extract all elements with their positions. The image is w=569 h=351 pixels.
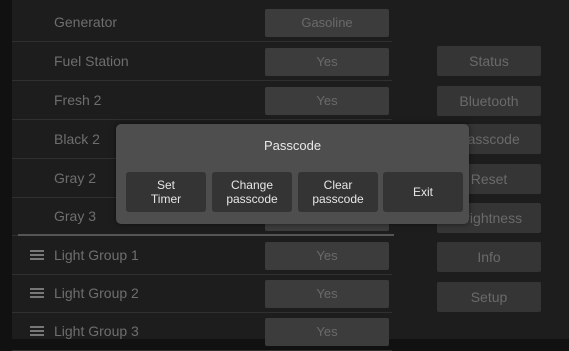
- clear-passcode-button[interactable]: Clear passcode: [298, 172, 378, 212]
- row-label: Gray 2: [54, 170, 97, 186]
- menu-lines-icon: [30, 326, 44, 336]
- light-group-3-value-button[interactable]: Yes: [265, 318, 389, 346]
- row-label: Light Group 3: [54, 323, 139, 339]
- row-label: Generator: [54, 14, 118, 30]
- setup-button[interactable]: Setup: [437, 282, 541, 312]
- row-label: Gray 3: [54, 208, 97, 224]
- row-label: Light Group 1: [54, 247, 139, 263]
- row-fresh-2: Fresh 2 Yes: [12, 81, 392, 120]
- row-fuel-station: Fuel Station Yes: [12, 42, 392, 81]
- passcode-dialog: Passcode Set Timer Change passcode Clear…: [116, 124, 469, 224]
- row-label: Fresh 2: [54, 92, 102, 108]
- row-label: Black 2: [54, 131, 100, 147]
- menu-lines-icon: [30, 250, 44, 260]
- change-passcode-button[interactable]: Change passcode: [212, 172, 292, 212]
- generator-value-button[interactable]: Gasoline: [265, 9, 389, 37]
- menu-lines-icon: [30, 288, 44, 298]
- row-generator: Generator Gasoline: [12, 3, 392, 42]
- row-light-group-1[interactable]: Light Group 1 Yes: [12, 236, 392, 275]
- dialog-title: Passcode: [263, 138, 322, 153]
- set-timer-button[interactable]: Set Timer: [126, 172, 206, 212]
- row-label: Light Group 2: [54, 285, 139, 301]
- row-light-group-3[interactable]: Light Group 3 Yes: [12, 312, 392, 351]
- exit-button[interactable]: Exit: [383, 172, 463, 212]
- fuel-station-value-button[interactable]: Yes: [265, 48, 389, 76]
- light-group-1-value-button[interactable]: Yes: [265, 242, 389, 270]
- light-group-2-value-button[interactable]: Yes: [265, 280, 389, 308]
- status-button[interactable]: Status: [437, 46, 541, 76]
- fresh-2-value-button[interactable]: Yes: [265, 87, 389, 115]
- row-light-group-2[interactable]: Light Group 2 Yes: [12, 274, 392, 313]
- info-button[interactable]: Info: [437, 242, 541, 272]
- row-label: Fuel Station: [54, 53, 129, 69]
- bluetooth-button[interactable]: Bluetooth: [437, 86, 541, 116]
